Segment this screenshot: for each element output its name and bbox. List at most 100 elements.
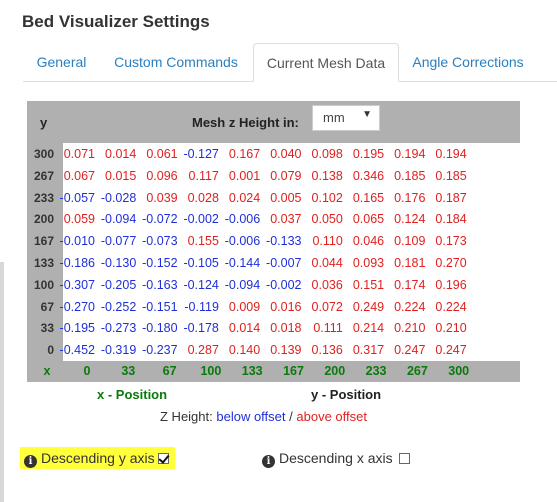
mesh-cell: 0.136 [311, 343, 343, 358]
x-axis-label: 300 [448, 364, 470, 378]
z-height-legend: Z Height: below offset / above offset [160, 409, 367, 424]
x-axis-label: 33 [121, 364, 136, 378]
mesh-cell: -0.144 [224, 256, 261, 270]
mesh-cell: 0.247 [394, 343, 426, 358]
mesh-cell: -0.006 [224, 212, 261, 227]
mesh-cell: 0.196 [435, 277, 467, 292]
mesh-cell: -0.073 [142, 234, 178, 249]
mesh-cell: -0.319 [100, 343, 137, 358]
mesh-cell: 0.067 [63, 168, 95, 183]
tab-custom-commands[interactable]: Custom Commands [103, 43, 249, 81]
mesh-cell: 0.174 [394, 277, 426, 292]
mesh-cell: 0.317 [352, 343, 385, 358]
mesh-cell: -0.077 [100, 234, 137, 249]
page-title: Bed Visualizer Settings [22, 12, 210, 31]
mesh-cell: 0.194 [394, 147, 426, 161]
mesh-cell: 0.224 [394, 299, 426, 314]
mesh-cell: 0.173 [435, 234, 467, 249]
descending-y-option[interactable]: i Descending y axis [20, 447, 175, 469]
info-icon: i [24, 455, 37, 468]
mesh-cell: 0.018 [270, 321, 302, 336]
legend-below: below offset [216, 409, 286, 424]
descending-x-label: Descending x axis [279, 450, 393, 466]
x-axis-header: x [43, 364, 51, 378]
unit-select[interactable]: mm ▼ [312, 105, 380, 131]
mesh-cell: 0.014 [228, 321, 261, 336]
mesh-cell: -0.452 [59, 343, 95, 358]
descending-y-checkbox[interactable] [157, 453, 169, 464]
mesh-cell: -0.205 [100, 277, 137, 292]
mesh-cell: -0.007 [266, 256, 302, 270]
mesh-cell: 0.110 [312, 234, 343, 249]
mesh-cell: 0.014 [105, 147, 137, 161]
mesh-cell: 0.176 [394, 190, 426, 205]
mesh-cell: -0.237 [142, 343, 178, 358]
tab-general[interactable]: General [23, 43, 100, 81]
mesh-cell: 0.187 [435, 190, 467, 205]
x-axis-label: 133 [241, 364, 263, 378]
mesh-height-label: Mesh z Height in: [192, 115, 299, 130]
mesh-cell: 0.093 [352, 256, 385, 270]
mesh-cell: 0.117 [188, 168, 219, 183]
tab-angle-corrections[interactable]: Angle Corrections [401, 43, 535, 81]
mesh-cell: -0.119 [184, 299, 219, 314]
legend-separator: / [289, 409, 293, 424]
mesh-cell: -0.094 [100, 212, 137, 227]
mesh-cell: 0.016 [270, 299, 302, 314]
mesh-cell: -0.180 [142, 321, 178, 336]
y-position-caption: y - Position [311, 387, 382, 402]
y-axis-label: 100 [33, 277, 54, 292]
mesh-cell: 0.001 [228, 168, 261, 183]
mesh-cell: 0.346 [352, 168, 385, 183]
descending-x-checkbox[interactable] [398, 453, 410, 464]
settings-panel: Bed Visualizer Settings General Custom C… [0, 0, 557, 502]
mesh-cell: 0.155 [187, 234, 219, 249]
mesh-cell: 0.194 [435, 147, 467, 161]
mesh-cell: 0.039 [146, 190, 178, 205]
y-axis-label: 233 [33, 190, 54, 205]
mesh-cell: 0.028 [187, 190, 219, 205]
mesh-cell: -0.057 [59, 190, 95, 205]
tab-bar: General Custom Commands Current Mesh Dat… [23, 43, 557, 82]
mesh-cell: 0.210 [435, 321, 467, 336]
mesh-cell: 0.224 [435, 299, 467, 314]
mesh-cell: -0.195 [59, 321, 95, 336]
mesh-cell: 0.249 [352, 299, 385, 314]
mesh-header: y Mesh z Height in: mm ▼ [27, 101, 520, 143]
mesh-cell: -0.252 [100, 299, 137, 314]
mesh-cell: 0.214 [352, 321, 385, 336]
mesh-cell: -0.124 [183, 277, 219, 292]
mesh-cell: -0.002 [183, 212, 219, 227]
descending-y-label: Descending y axis [41, 450, 155, 466]
mesh-cell: 0.124 [394, 212, 426, 227]
mesh-cell: 0.184 [435, 212, 467, 227]
x-axis-label: 67 [162, 364, 177, 378]
mesh-cell: 0.005 [270, 190, 302, 205]
y-axis-label: 133 [33, 256, 54, 270]
mesh-cell: 0.109 [394, 234, 426, 249]
mesh-cell: 0.040 [270, 147, 302, 161]
mesh-cell: -0.163 [142, 277, 178, 292]
unit-select-value: mm [323, 110, 345, 125]
mesh-cell: -0.133 [266, 234, 302, 249]
mesh-cell: 0.185 [435, 168, 467, 183]
x-axis-label: 267 [406, 364, 428, 378]
mesh-cell: 0.210 [394, 321, 426, 336]
descending-x-option[interactable]: i Descending x axis [262, 447, 410, 469]
mesh-cell: -0.130 [100, 256, 137, 270]
mesh-cell: -0.152 [142, 256, 178, 270]
y-axis-label: 0 [47, 343, 54, 358]
mesh-cell: 0.167 [228, 147, 261, 161]
tab-current-mesh-data[interactable]: Current Mesh Data [253, 43, 399, 82]
y-column-header: y [40, 115, 48, 130]
mesh-cell: -0.010 [59, 234, 95, 249]
mesh-cell: 0.181 [394, 256, 426, 270]
chevron-down-icon: ▼ [362, 109, 372, 120]
mesh-cell: 0.046 [352, 234, 385, 249]
mesh-cell: 0.072 [311, 299, 343, 314]
mesh-cell: 0.079 [270, 168, 302, 183]
mesh-cell: 0.061 [146, 147, 178, 161]
mesh-grid: 300 0.071 0.014 0.061 -0.127 0.167 0.040 0.098 0… [27, 143, 520, 361]
mesh-cell: -0.028 [100, 190, 137, 205]
scroll-edge [0, 262, 4, 502]
